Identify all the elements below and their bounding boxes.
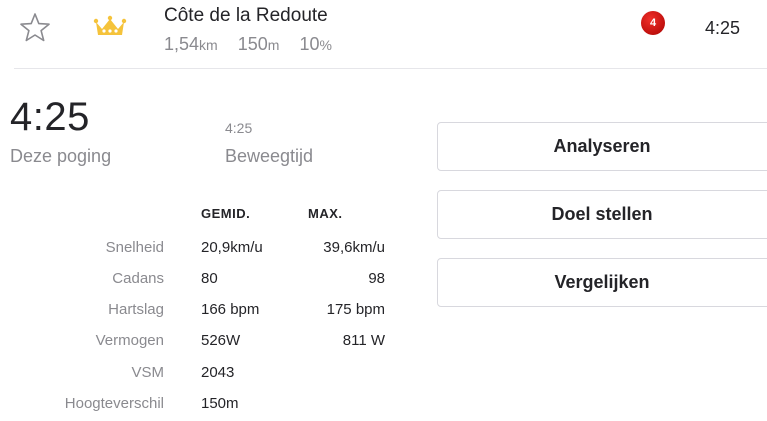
analyze-button[interactable]: Analyseren xyxy=(437,122,767,171)
stat-avg-power: 526W xyxy=(201,332,241,349)
compare-button[interactable]: Vergelijken xyxy=(437,258,767,307)
stat-avg-elevation-gain: 150m xyxy=(201,395,239,412)
star-icon[interactable] xyxy=(18,12,52,42)
effort-time: 4:25 xyxy=(10,95,90,139)
stat-label-vam: VSM xyxy=(131,364,164,381)
effort-time-label: Deze poging xyxy=(10,146,112,166)
stat-avg-vam: 2043 xyxy=(201,364,235,381)
stat-label-cadence: Cadans xyxy=(112,270,164,287)
segment-elevation: 150m xyxy=(237,34,280,54)
segment-name[interactable]: Côte de la Redoute xyxy=(164,5,328,27)
set-goal-button[interactable]: Doel stellen xyxy=(437,190,767,239)
avg-column-header: GEMID. xyxy=(201,206,251,221)
stat-avg-heartrate: 166 bpm xyxy=(201,301,260,318)
divider xyxy=(14,68,767,69)
stat-max-power: 811 W xyxy=(342,332,385,349)
stat-label-power: Vermogen xyxy=(95,332,164,349)
max-column-header: MAX. xyxy=(308,206,343,221)
rank-badge: 4 xyxy=(641,11,665,35)
crown-icon xyxy=(93,15,127,39)
stat-max-heartrate: 175 bpm xyxy=(326,301,385,318)
stat-max-speed: 39,6km/u xyxy=(323,239,385,256)
stat-label-elevation-gain: Hoogteverschil xyxy=(64,395,164,412)
segment-distance: 1,54km xyxy=(164,34,218,54)
stat-max-cadence: 98 xyxy=(368,270,385,287)
segment-grade: 10% xyxy=(299,34,332,54)
stat-avg-cadence: 80 xyxy=(201,270,218,287)
moving-time: 4:25 xyxy=(225,120,253,136)
header-time: 4:25 xyxy=(705,18,741,38)
stat-avg-speed: 20,9km/u xyxy=(201,239,263,256)
stat-label-speed: Snelheid xyxy=(105,239,164,256)
stat-label-heartrate: Hartslag xyxy=(108,301,164,318)
moving-time-label: Beweegtijd xyxy=(225,146,314,166)
segment-stats: 1,54km 150m 10% xyxy=(164,34,332,55)
